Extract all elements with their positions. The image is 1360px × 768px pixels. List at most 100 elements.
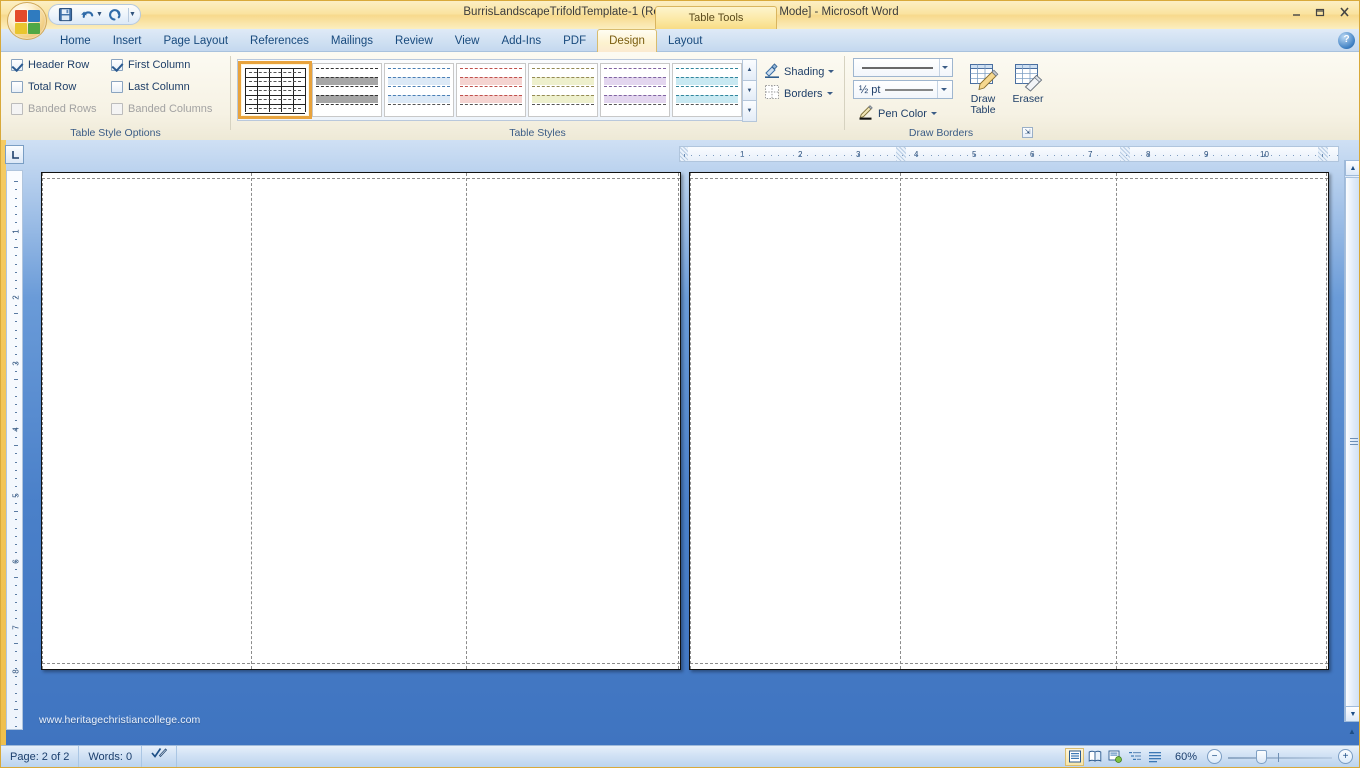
previous-page-button[interactable]: ▲ — [1344, 724, 1359, 739]
view-outline-icon[interactable] — [1125, 748, 1144, 766]
borders-chevron-down-icon[interactable] — [826, 92, 833, 95]
page-left-table-bottom — [42, 663, 680, 664]
zoom-level-label[interactable]: 60% — [1165, 751, 1207, 763]
restore-button[interactable] — [1309, 3, 1331, 21]
checkbox-first-column[interactable]: First Column — [111, 59, 190, 71]
scrollbar-thumb[interactable] — [1345, 177, 1359, 707]
horizontal-ruler[interactable]: 1 2 3 4 5 6 7 8 9 10 — [679, 146, 1339, 162]
header-row-label: Header Row — [28, 59, 90, 71]
vertical-ruler[interactable]: 1 2 3 4 5 6 7 8 — [6, 170, 23, 730]
first-column-label: First Column — [128, 59, 191, 71]
tab-home[interactable]: Home — [49, 31, 102, 52]
draw-table-button[interactable]: Draw Table — [960, 62, 1006, 116]
zoom-out-button[interactable]: − — [1207, 749, 1222, 764]
vruler-tick-5: 5 — [11, 493, 21, 498]
scroll-down-button[interactable]: ▼ — [1345, 706, 1359, 722]
eraser-button[interactable]: Eraser — [1005, 62, 1051, 105]
undo-dropdown-icon[interactable]: ▼ — [96, 11, 103, 18]
gallery-more-icon[interactable]: ▼ — [742, 100, 757, 123]
status-word-count[interactable]: Words: 0 — [79, 745, 143, 767]
borders-button[interactable]: Borders — [761, 83, 836, 104]
undo-icon[interactable] — [77, 6, 97, 24]
page-right[interactable] — [689, 172, 1329, 670]
tab-insert[interactable]: Insert — [102, 31, 153, 52]
view-full-screen-reading-icon[interactable] — [1085, 748, 1104, 766]
tab-view[interactable]: View — [444, 31, 491, 52]
eraser-icon — [1012, 62, 1044, 92]
tab-mailings[interactable]: Mailings — [320, 31, 384, 52]
tab-layout[interactable]: Layout — [657, 31, 714, 52]
tab-design[interactable]: Design — [597, 29, 657, 52]
scroll-up-button[interactable]: ▲ — [1345, 160, 1359, 176]
tab-add-ins[interactable]: Add-Ins — [490, 31, 552, 52]
view-print-layout-icon[interactable] — [1065, 747, 1084, 766]
table-style-thumb-5[interactable] — [600, 63, 670, 117]
tab-review[interactable]: Review — [384, 31, 444, 52]
page-right-panel-edge-left — [690, 173, 691, 669]
minimize-button[interactable] — [1285, 3, 1307, 21]
tab-selector-button[interactable] — [5, 145, 24, 164]
customize-qat-chevron-down-icon[interactable]: ▼ — [129, 11, 136, 18]
group-table-style-options: Header Row First Column Total Row Last C… — [1, 52, 230, 140]
redo-icon[interactable] — [105, 6, 125, 24]
first-column-checkbox-icon[interactable] — [111, 59, 123, 71]
line-weight-combo[interactable]: ½ pt — [853, 80, 953, 99]
total-row-checkbox-icon[interactable] — [11, 81, 23, 93]
pen-color-chevron-down-icon[interactable] — [930, 112, 937, 115]
status-page-indicator[interactable]: Page: 2 of 2 — [1, 745, 80, 767]
shading-icon — [764, 62, 780, 81]
eraser-label: Eraser — [1012, 93, 1044, 105]
page-left-panel-divider-2 — [466, 173, 467, 669]
gallery-scroll-down-icon[interactable]: ▼ — [742, 79, 757, 102]
table-styles-gallery[interactable] — [237, 59, 745, 121]
table-style-thumb-0[interactable] — [238, 61, 312, 119]
save-icon[interactable] — [55, 6, 75, 24]
page-left-table-top — [42, 178, 680, 179]
line-weight-chevron-down-icon[interactable] — [937, 81, 950, 98]
pen-color-button[interactable]: Pen Color — [855, 103, 940, 124]
status-proofing-button[interactable] — [142, 745, 178, 768]
ribbon: Header Row First Column Total Row Last C… — [1, 52, 1359, 140]
checkbox-header-row[interactable]: Header Row — [11, 59, 89, 71]
shading-chevron-down-icon[interactable] — [828, 70, 835, 73]
last-column-checkbox-icon[interactable] — [111, 81, 123, 93]
tab-references[interactable]: References — [239, 31, 320, 52]
draw-borders-dialog-launcher[interactable]: ⇲ — [1022, 127, 1033, 138]
draw-table-label-line2: Table — [970, 104, 996, 116]
line-style-chevron-down-icon[interactable] — [939, 59, 950, 76]
office-button[interactable] — [7, 2, 47, 40]
checkbox-last-column[interactable]: Last Column — [111, 81, 190, 93]
banded-columns-label: Banded Columns — [128, 103, 213, 115]
gallery-scroll-up-icon[interactable]: ▲ — [742, 59, 757, 81]
page-left[interactable] — [41, 172, 681, 670]
table-style-thumb-4[interactable] — [528, 63, 598, 117]
zoom-slider[interactable] — [1228, 749, 1332, 765]
shading-button[interactable]: Shading — [761, 61, 837, 82]
checkbox-total-row[interactable]: Total Row — [11, 81, 76, 93]
group-label-draw-borders: Draw Borders — [908, 127, 974, 139]
line-style-combo[interactable] — [853, 58, 953, 77]
zoom-slider-thumb[interactable] — [1256, 749, 1267, 764]
table-style-thumb-2[interactable] — [384, 63, 454, 117]
vertical-scrollbar[interactable]: ▲ ▼ — [1344, 160, 1359, 722]
close-button[interactable] — [1333, 3, 1355, 21]
view-web-layout-icon[interactable] — [1105, 748, 1124, 766]
quick-access-toolbar: ▼ ▼ — [48, 4, 141, 25]
table-style-thumb-1[interactable] — [312, 63, 382, 117]
table-grid-preview-icon — [245, 68, 306, 114]
header-row-checkbox-icon[interactable] — [11, 59, 23, 71]
help-icon[interactable]: ? — [1338, 32, 1355, 49]
zoom-in-button[interactable]: + — [1338, 749, 1353, 764]
title-bar: BurrisLandscapeTrifoldTemplate-1 (Read-O… — [1, 1, 1359, 29]
tab-pdf[interactable]: PDF — [552, 31, 597, 52]
vruler-tick-3: 3 — [11, 361, 21, 366]
pen-color-icon — [858, 104, 874, 123]
banded-columns-checkbox-icon — [111, 103, 123, 115]
table-style-thumb-6[interactable] — [672, 63, 742, 117]
vruler-tick-2: 2 — [11, 295, 21, 300]
view-draft-icon[interactable] — [1145, 748, 1164, 766]
tab-page-layout[interactable]: Page Layout — [152, 31, 239, 52]
table-style-thumb-3[interactable] — [456, 63, 526, 117]
ruler-mid-margin-2 — [1120, 147, 1130, 161]
spell-check-icon — [151, 746, 168, 768]
